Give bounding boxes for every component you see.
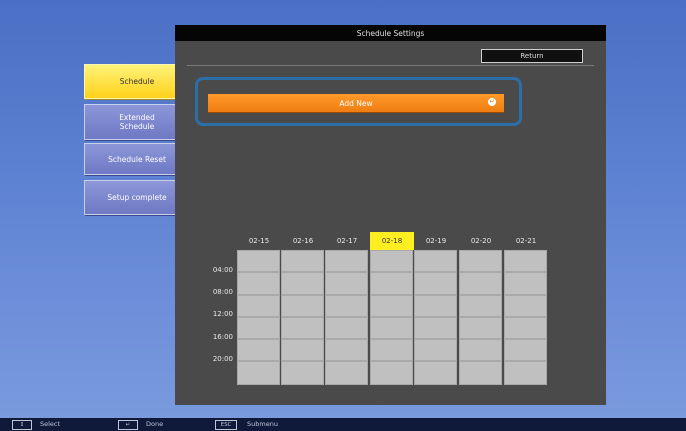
date-label: 02-16 [292,237,314,245]
time-label: 16:00 [212,333,233,341]
panel-title-text: Schedule Settings [356,28,425,38]
date-label: 02-17 [336,237,358,245]
schedule-cell[interactable] [370,339,413,361]
schedule-cell[interactable] [237,317,280,339]
schedule-cell[interactable] [504,317,547,339]
schedule-cell[interactable] [370,272,413,295]
schedule-cell[interactable] [281,250,324,272]
enter-icon: ↵ [488,98,496,106]
schedule-cell[interactable] [237,250,280,272]
date-header[interactable]: 02-17 [325,232,369,250]
schedule-cell[interactable] [370,317,413,339]
panel-divider [187,65,594,66]
schedule-cell[interactable] [325,250,368,272]
schedule-settings-panel: Schedule Settings Return Add New ↵ 02-15… [175,25,606,405]
schedule-cell[interactable] [237,272,280,295]
submenu-label: Submenu [247,420,278,428]
date-header[interactable]: 02-15 [237,232,281,250]
schedule-cell[interactable] [459,339,502,361]
schedule-cell[interactable] [325,339,368,361]
time-label: 12:00 [212,310,233,318]
enter-key-icon: ↵ [118,420,138,430]
schedule-cell[interactable] [370,361,413,385]
schedule-cell[interactable] [237,295,280,317]
time-label: 08:00 [212,288,233,296]
help-bar: ↕ Select ↵ Done ESC Submenu [0,418,686,431]
add-new-label: Add New [339,98,373,108]
schedule-cell[interactable] [281,339,324,361]
schedule-cell[interactable] [414,272,457,295]
schedule-cell[interactable] [370,295,413,317]
menu-setup-complete-label: Setup complete [107,193,167,202]
schedule-cell[interactable] [281,295,324,317]
schedule-cell[interactable] [281,272,324,295]
schedule-cell[interactable] [325,317,368,339]
schedule-cell[interactable] [281,361,324,385]
menu-schedule-reset-label: Schedule Reset [108,154,166,164]
schedule-cell[interactable] [325,295,368,317]
schedule-cell[interactable] [504,250,547,272]
done-label: Done [146,420,164,428]
menu-extended-schedule-label: Extended Schedule [119,113,155,131]
schedule-cell[interactable] [325,361,368,385]
schedule-cell[interactable] [414,317,457,339]
schedule-cell[interactable] [237,361,280,385]
schedule-cell[interactable] [504,272,547,295]
date-label: 02-20 [470,237,492,245]
date-header[interactable]: 02-16 [281,232,325,250]
date-header[interactable]: 02-19 [414,232,458,250]
date-label: 02-21 [515,237,537,245]
schedule-cell[interactable] [459,295,502,317]
date-label: 02-19 [425,237,447,245]
menu-schedule-label: Schedule [119,77,155,86]
date-header[interactable]: 02-20 [459,232,503,250]
add-new-button[interactable]: Add New ↵ [208,94,504,112]
schedule-cell[interactable] [504,295,547,317]
return-button-label: Return [520,52,544,60]
time-label: 20:00 [212,355,233,363]
schedule-cell[interactable] [237,339,280,361]
schedule-cell[interactable] [325,272,368,295]
panel-title: Schedule Settings [175,25,606,41]
date-header-selected[interactable]: 02-18 [370,232,414,250]
schedule-cell[interactable] [459,361,502,385]
schedule-cell[interactable] [414,339,457,361]
schedule-cell[interactable] [414,361,457,385]
schedule-cell[interactable] [459,250,502,272]
date-label: 02-18 [381,237,403,245]
schedule-cell[interactable] [414,250,457,272]
return-button[interactable]: Return [481,49,583,63]
schedule-cell[interactable] [414,295,457,317]
schedule-cell[interactable] [281,317,324,339]
select-key-icon: ↕ [12,420,32,430]
date-label: 02-15 [248,237,270,245]
esc-key-icon: ESC [215,420,237,430]
time-label: 04:00 [212,266,233,274]
select-label: Select [40,420,61,428]
schedule-cell[interactable] [504,339,547,361]
schedule-cell[interactable] [459,272,502,295]
date-header[interactable]: 02-21 [504,232,548,250]
schedule-cell[interactable] [459,317,502,339]
schedule-cell[interactable] [370,250,413,272]
schedule-cell[interactable] [504,361,547,385]
